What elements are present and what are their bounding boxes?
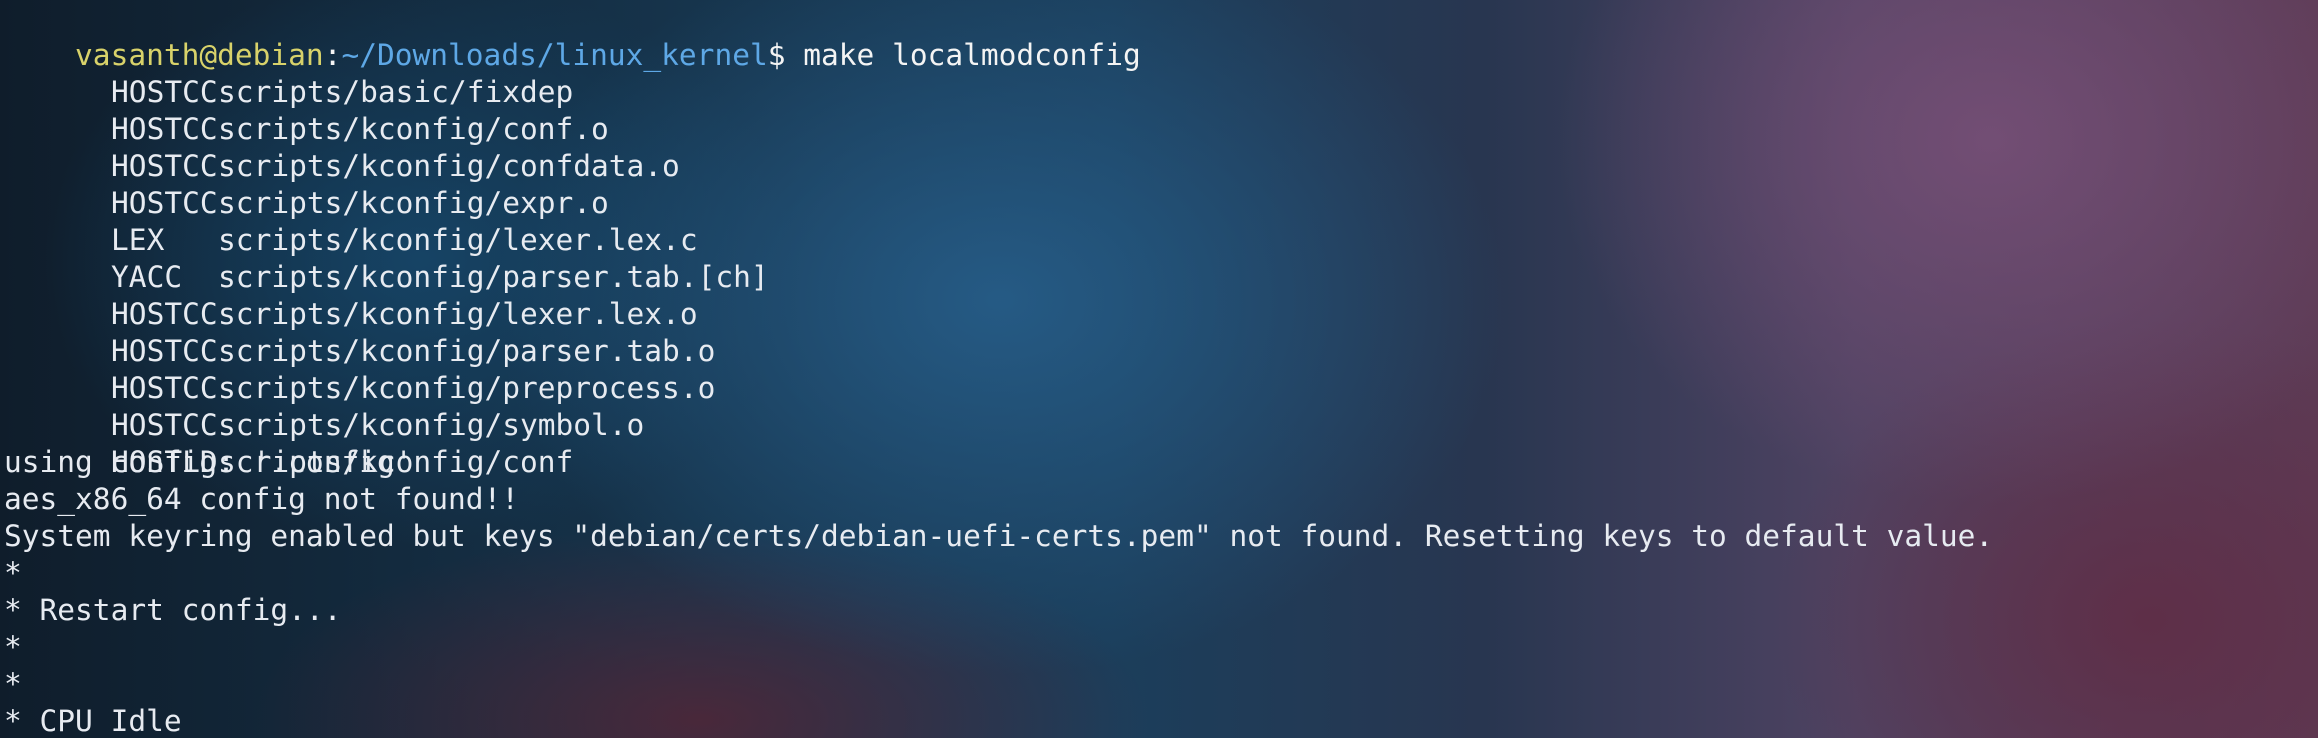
terminal-window[interactable]: vasanth@debian:~/Downloads/linux_kernel$…: [0, 0, 2318, 738]
build-line: HOSTCCscripts/basic/fixdep: [4, 37, 573, 109]
command-text: make localmodconfig: [785, 38, 1141, 72]
build-line: HOSTCCscripts/kconfig/confdata.o: [4, 111, 680, 183]
output-message: System keyring enabled but keys "debian/…: [4, 519, 1994, 553]
build-line: HOSTCCscripts/kconfig/preprocess.o: [4, 333, 715, 405]
output-message: aes_x86_64 config not found!!: [4, 482, 520, 516]
build-line: HOSTCCscripts/kconfig/parser.tab.o: [4, 296, 715, 368]
output-message: using config: '.config': [4, 445, 413, 479]
output-message: * CPU Idle: [4, 704, 182, 738]
build-line: HOSTCCscripts/kconfig/conf.o: [4, 74, 609, 146]
build-line: HOSTLDscripts/kconfig/conf: [4, 407, 573, 479]
build-line: HOSTCCscripts/kconfig/expr.o: [4, 148, 609, 220]
output-message: *: [4, 556, 22, 590]
command-prompt-line: vasanth@debian:~/Downloads/linux_kernel$…: [4, 0, 1141, 72]
build-line: LEX scripts/kconfig/lexer.lex.c: [4, 185, 698, 257]
build-line: YACC scripts/kconfig/parser.tab.[ch]: [4, 222, 769, 294]
build-line: HOSTCCscripts/kconfig/symbol.o: [4, 370, 644, 442]
output-message: *: [4, 630, 22, 664]
build-line: HOSTCCscripts/kconfig/lexer.lex.o: [4, 259, 698, 331]
output-message: *: [4, 667, 22, 701]
output-message: * Restart config...: [4, 593, 342, 627]
prompt-symbol: $: [767, 38, 786, 72]
